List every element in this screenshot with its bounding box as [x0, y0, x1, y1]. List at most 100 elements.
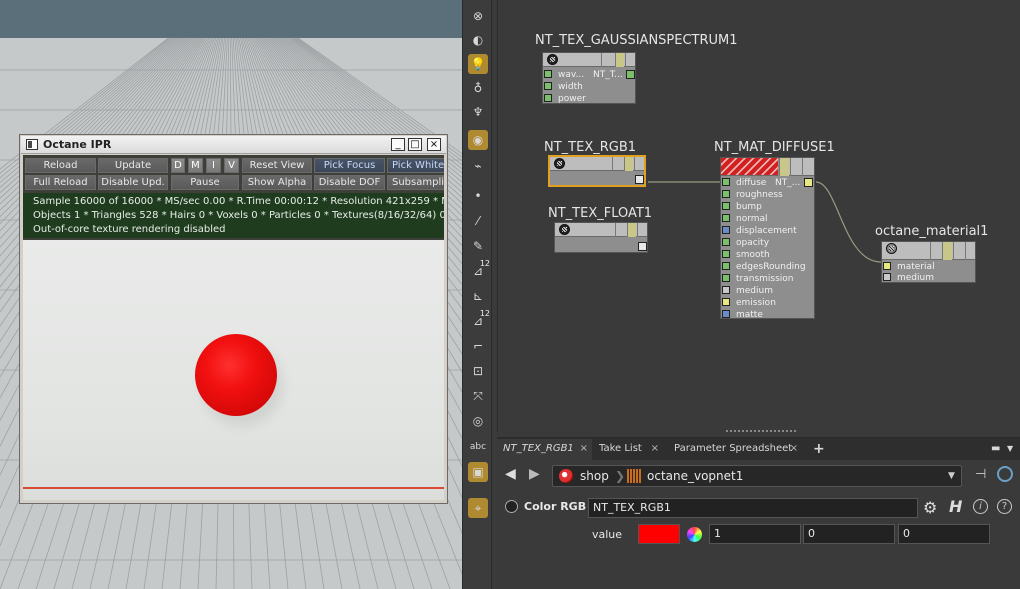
subsampling-button[interactable]: Subsamplin [387, 175, 444, 190]
port-normal[interactable]: normal [722, 213, 768, 225]
port-bump[interactable]: bump [722, 201, 762, 213]
tab-take-list[interactable]: Take List × [593, 439, 663, 460]
show-alpha-button[interactable]: Show Alpha [242, 175, 312, 190]
image-icon[interactable]: ▣ [468, 462, 488, 482]
port-smooth[interactable]: smooth [722, 249, 770, 261]
spot-light-icon[interactable]: ♆ [468, 102, 488, 122]
output-pin[interactable] [804, 178, 813, 187]
port-emission[interactable]: emission [722, 297, 776, 309]
node-name-field[interactable]: NT_TEX_RGB1 [588, 498, 918, 518]
pick-focus-button[interactable]: Pick Focus [314, 158, 385, 173]
dot-icon[interactable]: • [468, 186, 488, 206]
port-diffuse[interactable]: diffuse [722, 177, 766, 189]
text-tool-icon[interactable]: abc [468, 437, 488, 457]
network-path[interactable]: shop ❯ octane_vopnet1 ▼ [552, 465, 962, 487]
light-bulb-icon[interactable]: 💡 [468, 54, 488, 74]
flashlight-icon[interactable]: ⌁ [468, 156, 488, 176]
port-displacement[interactable]: displacement [722, 225, 797, 237]
brush-icon[interactable]: ⊾ [468, 286, 488, 306]
value-g-field[interactable]: 0 [803, 524, 895, 544]
close-tab-icon[interactable]: × [580, 439, 588, 459]
value-r-field[interactable]: 1 [709, 524, 801, 544]
circle-icon[interactable]: ◎ [468, 411, 488, 431]
input-pin[interactable] [722, 273, 730, 282]
i-button[interactable]: I [206, 158, 221, 173]
node-octane-material[interactable]: material medium [881, 241, 976, 283]
pin-icon[interactable]: ⌖ [468, 498, 488, 518]
port-matte[interactable]: matte [722, 309, 763, 321]
help-icon[interactable]: ? [997, 499, 1012, 514]
render-canvas[interactable] [23, 240, 444, 500]
forward-arrow-icon[interactable]: ▶ [529, 466, 540, 482]
path-shop[interactable]: shop [580, 466, 609, 486]
close-tab-icon[interactable]: × [790, 439, 798, 459]
input-pin[interactable] [722, 177, 730, 186]
corner-icon[interactable]: ⌐ [468, 336, 488, 356]
transform-icon[interactable]: ⊡ [468, 361, 488, 381]
port-edgesrounding[interactable]: edgesRounding [722, 261, 806, 273]
sphere-light-icon[interactable]: ◐ [468, 30, 488, 50]
back-arrow-icon[interactable]: ◀ [505, 466, 516, 482]
port-medium[interactable]: medium [883, 272, 934, 284]
maximize-icon[interactable]: □ [408, 138, 422, 151]
output-pin[interactable] [626, 70, 635, 79]
input-pin[interactable] [722, 249, 730, 258]
reset-view-button[interactable]: Reset View [242, 158, 312, 173]
add-tab-button[interactable]: + [807, 439, 827, 460]
reload-button[interactable]: Reload [25, 158, 96, 173]
close-tab-icon[interactable]: × [651, 439, 659, 459]
port-power[interactable]: power [544, 93, 586, 105]
ipr-titlebar[interactable]: Octane IPR _ □ × [21, 136, 446, 154]
rotate-icon[interactable]: ⤧ [468, 386, 488, 406]
input-pin[interactable] [722, 285, 730, 294]
disable-dof-button[interactable]: Disable DOF [314, 175, 385, 190]
stack-12-icon[interactable]: ⊿ 12 [468, 259, 490, 281]
input-pin[interactable] [722, 213, 730, 222]
help-h-icon[interactable]: H [949, 497, 962, 516]
update-button[interactable]: Update [98, 158, 168, 173]
value-b-field[interactable]: 0 [898, 524, 990, 544]
stack-12b-icon[interactable]: ⊿ 12 [468, 309, 490, 331]
port-transmission[interactable]: transmission [722, 273, 794, 285]
d-button[interactable]: D [171, 158, 185, 173]
input-pin[interactable] [722, 225, 730, 234]
minimize-icon[interactable]: _ [391, 138, 405, 151]
port-width[interactable]: width [544, 81, 583, 93]
output-pin[interactable] [638, 242, 647, 251]
input-pin[interactable] [722, 189, 730, 198]
octane-ipr-window[interactable]: Octane IPR _ □ × Reload Update D M I V R… [19, 134, 448, 504]
m-button[interactable]: M [188, 158, 203, 173]
point-light-icon[interactable]: ♁ [468, 78, 488, 98]
info-icon[interactable]: i [973, 499, 988, 514]
color-wheel-icon[interactable] [687, 527, 702, 542]
pane-layout-icon[interactable]: ▬ [985, 439, 1001, 460]
node-tex-float[interactable] [554, 222, 648, 253]
node-mat-diffuse[interactable]: diffuse roughness bump normal displacement op… [720, 157, 815, 321]
path-dropdown-icon[interactable]: ▼ [948, 466, 955, 486]
node-tex-rgb[interactable] [548, 155, 646, 187]
input-pin[interactable] [722, 237, 730, 246]
tab-parameters[interactable]: NT_TEX_RGB1 × [497, 439, 592, 460]
input-pin[interactable] [722, 297, 730, 306]
pin-pane-icon[interactable]: ⊣ [975, 467, 986, 482]
port-medium[interactable]: medium [722, 285, 773, 297]
pane-menu-icon[interactable]: ▼ [1001, 439, 1017, 460]
v-button[interactable]: V [224, 158, 239, 173]
port-wavelength[interactable]: wav... [544, 69, 584, 81]
output-pin[interactable] [635, 175, 644, 184]
port-roughness[interactable]: roughness [722, 189, 783, 201]
pen-icon[interactable]: ⁄ [468, 211, 488, 231]
tab-parameter-spreadsheet[interactable]: Parameter Spreadsheet × [668, 439, 802, 460]
disable-update-button[interactable]: Disable Upd. [98, 175, 168, 190]
pick-white-button[interactable]: Pick WhiteF [387, 158, 444, 173]
input-pin[interactable] [722, 309, 730, 318]
input-pin[interactable] [722, 201, 730, 210]
network-editor[interactable]: NT_TEX_GAUSSIANSPECTRUM1 wav... width po… [497, 0, 1020, 432]
link-icon[interactable] [997, 466, 1013, 482]
close-icon[interactable]: × [427, 138, 441, 151]
camera-icon[interactable]: ◉ [468, 130, 488, 150]
gear-icon[interactable]: ⚙ [923, 498, 937, 517]
path-vopnet[interactable]: octane_vopnet1 [647, 466, 743, 486]
scene-viewport[interactable]: Octane IPR _ □ × Reload Update D M I V R… [0, 0, 462, 589]
color-swatch[interactable] [638, 524, 680, 544]
